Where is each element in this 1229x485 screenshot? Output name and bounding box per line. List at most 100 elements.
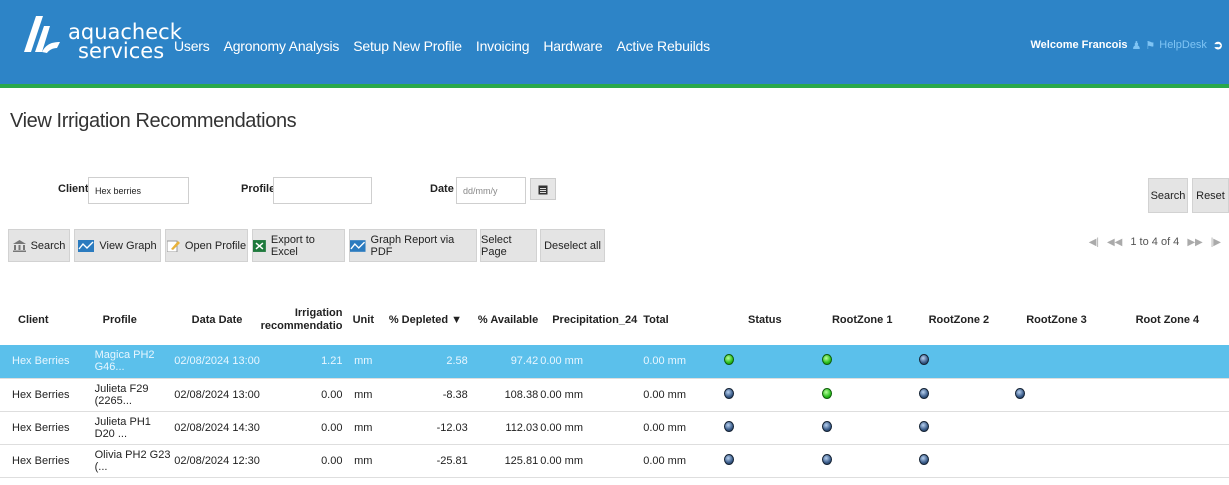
green-status-dot-icon bbox=[723, 354, 734, 366]
last-page-icon[interactable]: |▶ bbox=[1211, 237, 1221, 248]
select-page-button[interactable]: Select Page bbox=[480, 229, 537, 262]
cell-rootzone4 bbox=[1105, 345, 1229, 379]
col-precip[interactable]: Precipitation_24 bbox=[538, 295, 637, 345]
col-profile[interactable]: Profile bbox=[95, 295, 174, 345]
toolbar-search-label: Search bbox=[30, 239, 66, 252]
blue-status-dot-icon bbox=[918, 420, 929, 432]
table-row[interactable]: Hex Berries Magica PH2 G46... 02/08/2024 1… bbox=[0, 345, 1229, 379]
cell-rootzone3 bbox=[1007, 378, 1106, 412]
cell-total: 0.00 mm bbox=[637, 444, 716, 478]
page-title: View Irrigation Recommendations bbox=[10, 110, 297, 132]
table-row[interactable]: Hex Berries Olivia PH2 G23 (... 02/08/2024… bbox=[0, 444, 1229, 478]
cell-available: 108.38 bbox=[470, 378, 539, 412]
view-graph-label: View Graph bbox=[99, 239, 157, 252]
cell-irrigation: 0.00 bbox=[260, 378, 347, 412]
deselect-all-button[interactable]: Deselect all bbox=[540, 229, 605, 262]
nav-setup-new-profile[interactable]: Setup New Profile bbox=[353, 38, 462, 54]
date-label: Date bbox=[430, 183, 454, 195]
col-rootzone3[interactable]: RootZone 3 bbox=[1007, 295, 1106, 345]
cell-rootzone2 bbox=[910, 345, 1008, 379]
cell-total: 0.00 mm bbox=[637, 378, 716, 412]
col-unit[interactable]: Unit bbox=[346, 295, 380, 345]
logout-icon[interactable]: ➲ bbox=[1213, 38, 1223, 52]
cell-rootzone1 bbox=[813, 345, 911, 379]
top-nav-bar: aquacheck services Users Agronomy Analys… bbox=[0, 0, 1229, 88]
cell-rootzone2 bbox=[910, 411, 1008, 445]
logo-text: aquacheck services bbox=[68, 22, 182, 62]
user-icon[interactable]: ♟ bbox=[1132, 39, 1142, 52]
table-row[interactable]: Hex Berries Julieta PH1 D20 ... 02/08/2024… bbox=[0, 411, 1229, 445]
cell-rootzone3 bbox=[1007, 345, 1106, 379]
col-rootzone1[interactable]: RootZone 1 bbox=[814, 295, 911, 345]
cell-irrigation: 1.21 bbox=[260, 345, 347, 379]
cell-client: Hex Berries bbox=[0, 378, 95, 412]
logo-mark-icon bbox=[24, 16, 60, 53]
prev-page-icon[interactable]: ◀◀ bbox=[1107, 237, 1122, 248]
table-header-row: Client Profile Data Date Irrigation reco… bbox=[0, 295, 1229, 345]
cell-unit: mm bbox=[346, 411, 381, 445]
export-excel-button[interactable]: Export to Excel bbox=[252, 229, 345, 262]
pager-text: 1 to 4 of 4 bbox=[1130, 236, 1180, 248]
blue-status-dot-icon bbox=[918, 354, 929, 366]
col-irrigation[interactable]: Irrigation recommendatio bbox=[261, 295, 347, 345]
col-depleted[interactable]: % Depleted ▼ bbox=[380, 295, 471, 345]
blue-status-dot-icon bbox=[821, 420, 832, 432]
client-label: Client bbox=[58, 183, 89, 195]
col-available[interactable]: % Available bbox=[471, 295, 538, 345]
blue-status-dot-icon bbox=[918, 453, 929, 465]
cell-client: Hex Berries bbox=[0, 444, 95, 478]
cell-date: 02/08/2024 12:30 bbox=[173, 444, 261, 478]
cell-rootzone1 bbox=[813, 378, 911, 412]
cell-rootzone2 bbox=[910, 378, 1008, 412]
export-excel-label: Export to Excel bbox=[270, 233, 315, 258]
cell-available: 112.03 bbox=[470, 411, 539, 445]
col-total[interactable]: Total bbox=[637, 295, 716, 345]
toolbar-search-button[interactable]: Search bbox=[8, 229, 70, 262]
reset-button[interactable]: Reset bbox=[1192, 178, 1229, 213]
calendar-icon bbox=[538, 185, 548, 194]
graph-icon bbox=[78, 239, 95, 252]
cell-client: Hex Berries bbox=[0, 411, 95, 445]
cell-rootzone4 bbox=[1105, 378, 1229, 412]
first-page-icon[interactable]: ◀| bbox=[1089, 237, 1099, 248]
nav-agronomy-analysis[interactable]: Agronomy Analysis bbox=[224, 38, 340, 54]
blue-status-dot-icon bbox=[821, 453, 832, 465]
welcome-text[interactable]: Welcome Francois bbox=[1031, 39, 1128, 51]
cell-precip: 0.00 mm bbox=[538, 444, 638, 478]
helpdesk-link[interactable]: HelpDesk bbox=[1159, 39, 1207, 51]
cell-rootzone4 bbox=[1105, 411, 1229, 445]
col-status[interactable]: Status bbox=[716, 295, 814, 345]
cell-unit: mm bbox=[346, 444, 381, 478]
nav-active-rebuilds[interactable]: Active Rebuilds bbox=[616, 38, 710, 54]
col-rootzone2[interactable]: RootZone 2 bbox=[911, 295, 1008, 345]
col-client[interactable]: Client bbox=[0, 295, 95, 345]
nav-hardware[interactable]: Hardware bbox=[543, 38, 602, 54]
cell-precip: 0.00 mm bbox=[538, 411, 638, 445]
pager: ◀| ◀◀ 1 to 4 of 4 ▶▶ |▶ bbox=[1089, 236, 1221, 248]
col-rootzone4[interactable]: Root Zone 4 bbox=[1106, 295, 1229, 345]
aquacheck-logo[interactable]: aquacheck services bbox=[16, 12, 182, 62]
next-page-icon[interactable]: ▶▶ bbox=[1187, 237, 1202, 248]
cell-depleted: 2.58 bbox=[380, 345, 471, 379]
cell-depleted: -8.38 bbox=[380, 378, 471, 412]
search-button[interactable]: Search bbox=[1148, 178, 1188, 213]
graph-pdf-button[interactable]: Graph Report via PDF bbox=[349, 229, 477, 262]
bell-icon[interactable]: ⚑ bbox=[1145, 39, 1155, 52]
nav-invoicing[interactable]: Invoicing bbox=[476, 38, 530, 54]
cell-rootzone2 bbox=[910, 444, 1008, 478]
col-data-date[interactable]: Data Date bbox=[174, 295, 261, 345]
cell-date: 02/08/2024 14:30 bbox=[173, 411, 261, 445]
profile-input[interactable] bbox=[273, 177, 372, 204]
cell-date: 02/08/2024 13:00 bbox=[173, 345, 261, 379]
calendar-button[interactable] bbox=[530, 178, 556, 200]
open-profile-button[interactable]: Open Profile bbox=[165, 229, 248, 262]
graph-pdf-label: Graph Report via PDF bbox=[370, 233, 455, 258]
cell-precip: 0.00 mm bbox=[538, 345, 638, 379]
green-status-dot-icon bbox=[821, 354, 832, 366]
nav-users[interactable]: Users bbox=[174, 38, 210, 54]
table-row[interactable]: Hex Berries Julieta F29 (2265... 02/08/202… bbox=[0, 378, 1229, 412]
view-graph-button[interactable]: View Graph bbox=[74, 229, 161, 262]
date-input[interactable] bbox=[456, 177, 526, 204]
cell-status bbox=[715, 411, 814, 445]
client-input[interactable] bbox=[88, 177, 189, 204]
